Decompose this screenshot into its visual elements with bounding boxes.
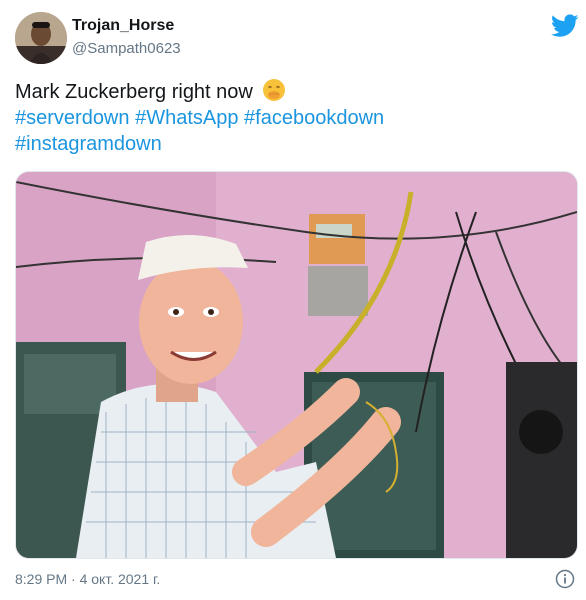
avatar[interactable] [15,12,67,64]
tweet-time: 8:29 PM [15,571,68,587]
twitter-bird-icon[interactable] [551,14,579,38]
hashtag-whatsapp[interactable]: #WhatsApp [135,107,238,129]
hashtag-instagramdown[interactable]: #instagramdown [15,133,162,155]
user-handle[interactable]: @Sampath0623 [72,40,181,57]
avatar-image [15,12,67,64]
tweet-text: Mark Zuckerberg right now #serverdown #W… [15,78,575,157]
tweet-date: 4 окт. 2021 г. [79,571,161,587]
info-icon[interactable] [555,569,575,589]
display-name[interactable]: Trojan_Horse [72,17,174,35]
hashtag-facebookdown[interactable]: #facebookdown [244,107,384,129]
hand-over-mouth-emoji [263,79,286,101]
timestamp-separator: · [67,571,80,587]
tweet-photo[interactable] [15,171,578,559]
photo-illustration [16,172,577,558]
hashtag-serverdown[interactable]: #serverdown [15,107,130,129]
tweet-timestamp[interactable]: 8:29 PM · 4 окт. 2021 г. [15,571,160,587]
tweet-body: Mark Zuckerberg right now [15,81,253,103]
